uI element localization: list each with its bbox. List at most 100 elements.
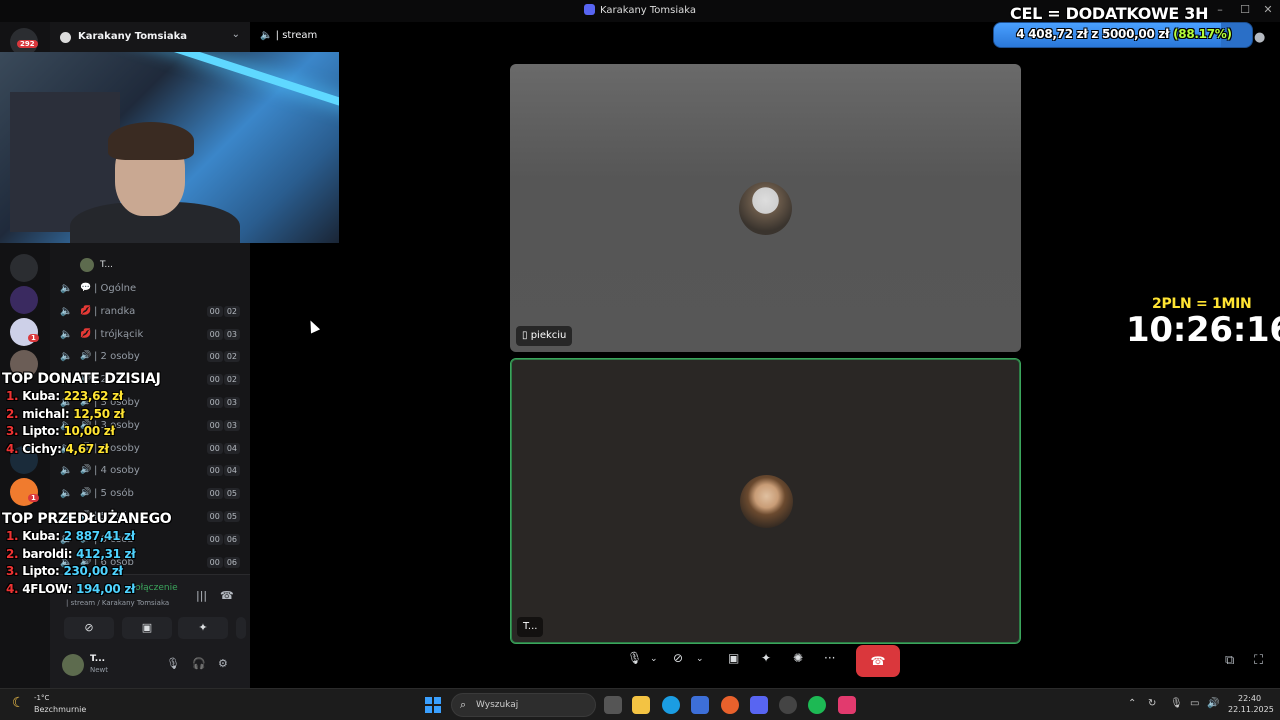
edge-icon[interactable] xyxy=(662,696,680,714)
camera-off-icon[interactable]: ⊘ xyxy=(673,651,683,665)
voice-channel-item[interactable]: 🔈 🔊 | 4 osoby 00 04 xyxy=(56,461,246,481)
volume-icon[interactable]: 🔊 xyxy=(1207,698,1219,709)
member-row[interactable]: T... xyxy=(56,256,246,276)
activities-icon[interactable]: ✦ xyxy=(761,651,771,665)
headphones-icon[interactable]: 🎧 xyxy=(192,657,206,670)
task-view-icon[interactable] xyxy=(604,696,622,714)
voice-channel-item[interactable]: 🔈 💋 | trójkącik 00 03 xyxy=(56,325,246,345)
donation-amount: 412,31 zł xyxy=(76,546,136,561)
hang-up-button[interactable]: ☎ xyxy=(856,645,900,677)
ranking-position: 4. xyxy=(6,441,19,456)
speaker-icon: 🔈 xyxy=(60,306,73,317)
windows-logo-pane xyxy=(434,697,441,704)
store-icon[interactable] xyxy=(691,696,709,714)
chat-icon[interactable]: ● xyxy=(1254,30,1265,45)
user-count-current: 00 xyxy=(206,511,223,522)
search-box[interactable]: ⌕ Wyszukaj xyxy=(451,693,596,717)
goal-percent: (88.17%) xyxy=(1173,27,1232,41)
ranking-position: 2. xyxy=(6,406,19,421)
led-light xyxy=(86,52,339,117)
start-button[interactable] xyxy=(425,697,441,713)
clock-time[interactable]: 22:40 xyxy=(1238,694,1261,703)
participant-name: piekciu xyxy=(530,330,567,341)
voice-status: Połączenie xyxy=(130,583,178,593)
goal-target: 5000,00 zł xyxy=(1101,27,1170,41)
channel-name: | randka xyxy=(94,306,136,317)
minimize-button[interactable]: – xyxy=(1210,3,1230,16)
disconnect-icon[interactable]: ☎ xyxy=(220,589,234,602)
donor-name: Lipto: xyxy=(22,564,60,578)
speaker-icon: 🔈 xyxy=(60,329,73,340)
voice-channel-item[interactable]: 🔈 🔊 | 5 osób 00 05 xyxy=(56,484,246,504)
ranking-row: 4. 4FLOW: 194,00 zł xyxy=(6,582,135,596)
steam-icon[interactable] xyxy=(779,696,797,714)
chevron-up-icon[interactable]: ⌃ xyxy=(1128,698,1136,709)
donor-name: baroldi: xyxy=(22,546,73,561)
channel-name: | Ogólne xyxy=(94,283,137,294)
member-name: T... xyxy=(100,260,114,270)
discord-icon[interactable] xyxy=(750,696,768,714)
firefox-icon[interactable] xyxy=(721,696,739,714)
file-explorer-icon[interactable] xyxy=(632,696,650,714)
windows-logo-pane xyxy=(425,697,432,704)
screen: Karakany Tomsiaka – ☐ ✕ 292 1 1 Karakany… xyxy=(0,0,1280,720)
avatar[interactable] xyxy=(62,654,84,676)
clock-date[interactable]: 22.11.2025 xyxy=(1228,705,1274,714)
soundboard-icon[interactable]: ✺ xyxy=(793,651,803,665)
discord-icon xyxy=(583,4,595,15)
user-count: 00 05 xyxy=(206,488,240,499)
network-icon[interactable]: ▭ xyxy=(1190,698,1199,709)
voice-channel-item[interactable]: 🔈 💋 | randka 00 02 xyxy=(56,302,246,322)
microphone-icon[interactable]: 🎙 xyxy=(1170,698,1183,709)
voice-channel-item[interactable]: 🔈 💬 | Ogólne xyxy=(56,279,246,299)
user-count: 00 03 xyxy=(206,420,240,431)
server-icon[interactable] xyxy=(10,254,38,282)
donor-name: Kuba: xyxy=(22,389,60,403)
chevron-down-icon[interactable]: ⌄ xyxy=(232,29,240,40)
speaker-icon: 🔈 xyxy=(60,351,73,362)
participant-tile[interactable]: ▯ piekciu xyxy=(510,64,1021,352)
maximize-button[interactable]: ☐ xyxy=(1235,3,1255,16)
screenshare-button[interactable]: ▣ xyxy=(122,617,172,639)
more-icon[interactable]: ··· xyxy=(824,651,835,665)
channel-name: | 2 osoby xyxy=(94,351,140,362)
activities-button[interactable]: ✦ xyxy=(178,617,228,639)
chevron-down-icon[interactable]: ⌄ xyxy=(696,654,704,664)
screenshare-icon[interactable]: ▣ xyxy=(728,651,739,665)
ranking-row: 2. michal: 12,50 zł xyxy=(6,406,125,421)
channel-emoji: 💋 xyxy=(80,306,92,316)
user-count-current: 00 xyxy=(206,306,223,317)
user-count-limit: 02 xyxy=(223,351,240,362)
popout-icon[interactable]: ⧉ xyxy=(1225,653,1234,668)
streamer-hair xyxy=(108,122,194,160)
stream-channel-name: | stream xyxy=(275,30,318,41)
user-count-limit: 02 xyxy=(223,374,240,385)
gear-icon[interactable]: ⚙ xyxy=(218,657,228,670)
donor-name: michal: xyxy=(22,406,70,421)
voice-channel-item[interactable]: 🔈 🔊 | 2 osoby 00 02 xyxy=(56,347,246,367)
tiktok-icon[interactable] xyxy=(838,696,856,714)
participant-name: T... xyxy=(523,621,538,632)
sync-icon[interactable]: ↻ xyxy=(1148,698,1156,709)
donation-amount: 10,00 zł xyxy=(63,424,115,438)
microphone-icon[interactable]: 🎙 xyxy=(627,651,642,665)
soundboard-button[interactable] xyxy=(236,617,246,639)
microphone-icon[interactable]: 🎙 xyxy=(166,657,180,670)
close-button[interactable]: ✕ xyxy=(1258,3,1278,16)
chevron-down-icon[interactable]: ⌄ xyxy=(650,654,658,664)
unread-badge: 1 xyxy=(28,334,39,342)
channel-name: | 4 osoby xyxy=(94,465,140,476)
phone-icon: ▯ xyxy=(522,330,531,341)
moon-icon[interactable]: ☾ xyxy=(12,695,25,711)
top-donate-title: TOP DONATE DZISIAJ xyxy=(2,371,161,387)
user-count: 00 06 xyxy=(206,534,240,545)
guild-header[interactable]: Karakany Tomsiaka ⌄ xyxy=(50,22,250,54)
server-icon[interactable] xyxy=(10,286,38,314)
fullscreen-icon[interactable]: ⛶ xyxy=(1254,653,1263,668)
spotify-icon[interactable] xyxy=(808,696,826,714)
camera-off-button[interactable]: ⊘ xyxy=(64,617,114,639)
noise-icon[interactable]: ||| xyxy=(196,589,207,602)
participant-tile-speaking[interactable]: T... xyxy=(510,358,1021,644)
speaker-icon: 🔈 xyxy=(60,465,73,476)
channel-emoji: 💬 xyxy=(80,283,92,293)
